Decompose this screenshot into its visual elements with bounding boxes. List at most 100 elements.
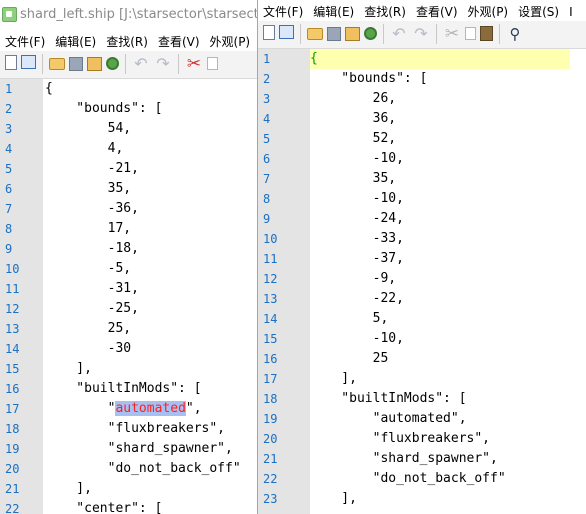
code-line: 14 -30 <box>0 339 257 359</box>
code-line: 3 54, <box>0 119 257 139</box>
code-line: 23 ], <box>258 489 586 509</box>
code-line: 9 -24, <box>258 209 586 229</box>
line-number: 2 <box>5 102 13 116</box>
line-number: 9 <box>263 212 271 226</box>
save-icon[interactable] <box>327 27 341 41</box>
open-folder-icon[interactable] <box>307 28 323 40</box>
right-editor-window: 文件(F) 编辑(E) 查找(R) 查看(V) 外观(P) 设置(S) I ↶ ↷ ✂ ⚲ 1{2… <box>257 0 586 514</box>
save-icon[interactable] <box>69 57 83 71</box>
save-all-icon[interactable] <box>87 57 102 71</box>
line-text: -5, <box>45 261 132 276</box>
line-text: ], <box>310 371 357 386</box>
line-text: "fluxbreakers", <box>310 431 491 446</box>
line-number: 9 <box>5 242 13 256</box>
code-line: 10 -5, <box>0 259 257 279</box>
line-text: 25 <box>310 351 389 366</box>
line-text: -9, <box>310 271 397 286</box>
line-text: 54, <box>45 121 132 136</box>
line-number: 23 <box>263 492 278 506</box>
line-text: ], <box>310 491 357 506</box>
cut-icon[interactable]: ✂ <box>185 55 203 73</box>
line-text: "builtInMods": [ <box>45 381 202 396</box>
line-text: -21, <box>45 161 139 176</box>
line-number: 13 <box>5 322 20 336</box>
code-line: 2 "bounds": [ <box>258 69 586 89</box>
paste-icon[interactable] <box>480 26 493 41</box>
app-icon <box>2 7 17 22</box>
code-line: 6 -10, <box>258 149 586 169</box>
menu-appearance[interactable]: 外观(P) <box>205 30 256 50</box>
copy-icon[interactable] <box>207 57 218 70</box>
code-line: 10 -33, <box>258 229 586 249</box>
code-line: 8 -10, <box>258 189 586 209</box>
line-text: "bounds": [ <box>45 101 163 116</box>
undo-icon[interactable]: ↶ <box>132 55 150 73</box>
code-line: 22 "do_not_back_off" <box>258 469 586 489</box>
undo-icon[interactable]: ↶ <box>390 25 408 43</box>
code-line: 5 52, <box>258 129 586 149</box>
menu-edit[interactable]: 编辑(E) <box>308 0 359 20</box>
line-number: 1 <box>5 82 13 96</box>
menu-find[interactable]: 查找(R) <box>359 0 411 20</box>
line-number: 5 <box>263 132 271 146</box>
code-line: 19 "shard_spawner", <box>0 439 257 459</box>
line-number: 16 <box>5 382 20 396</box>
menu-bar: 文件(F) 编辑(E) 查找(R) 查看(V) 外观(P) <box>0 30 257 50</box>
line-text: -24, <box>310 211 404 226</box>
code-editor[interactable]: 1{2 "bounds": [3 26, 4 36, 5 52, 6 -10, 7 35… <box>258 49 586 514</box>
code-line: 12 -9, <box>258 269 586 289</box>
line-text: "center": [ <box>45 501 163 514</box>
new-file-icon[interactable] <box>263 25 275 40</box>
code-line: 1{ <box>258 49 586 69</box>
cut-icon[interactable]: ✂ <box>443 25 461 43</box>
reload-icon[interactable] <box>106 57 119 70</box>
line-text: "fluxbreakers", <box>45 421 226 436</box>
menu-file[interactable]: 文件(F) <box>258 0 308 20</box>
open-folder-icon[interactable] <box>49 58 65 70</box>
reload-icon[interactable] <box>364 27 377 40</box>
menu-tools[interactable]: I <box>564 2 578 19</box>
code-line: 19 "automated", <box>258 409 586 429</box>
copy-icon[interactable] <box>465 27 476 40</box>
save-all-icon[interactable] <box>345 27 360 41</box>
code-line: 11 -31, <box>0 279 257 299</box>
line-text: "bounds": [ <box>310 71 428 86</box>
code-line: 4 4, <box>0 139 257 159</box>
new-file-icon[interactable] <box>5 55 17 70</box>
menu-appearance[interactable]: 外观(P) <box>463 0 514 20</box>
line-text: 26, <box>310 91 397 106</box>
line-number: 6 <box>5 182 13 196</box>
redo-icon[interactable]: ↷ <box>412 25 430 43</box>
code-line: 13 -22, <box>258 289 586 309</box>
selected-text: automated <box>115 401 186 416</box>
menu-find[interactable]: 查找(R) <box>101 30 153 50</box>
new-window-icon[interactable] <box>279 25 294 39</box>
code-line: 16 25 <box>258 349 586 369</box>
line-text: 17, <box>45 221 132 236</box>
line-number: 17 <box>263 372 278 386</box>
menu-settings[interactable]: 设置(S) <box>513 0 564 20</box>
find-icon[interactable]: ⚲ <box>506 25 524 43</box>
code-editor[interactable]: 1{2 "bounds": [3 54, 4 4, 5 -21, 6 35, 7 -36… <box>0 79 257 514</box>
menu-file[interactable]: 文件(F) <box>0 30 50 50</box>
line-number: 14 <box>263 312 278 326</box>
line-text-segment: " <box>45 401 116 416</box>
line-text: "do_not_back_off" <box>310 471 506 486</box>
line-number: 4 <box>5 142 13 156</box>
toolbar: ↶ ↷ ✂ ⚲ <box>258 21 586 49</box>
menu-view[interactable]: 查看(V) <box>411 0 463 20</box>
window-title: shard_left.ship [J:\starsector\starsecto… <box>20 7 257 22</box>
new-window-icon[interactable] <box>21 55 36 69</box>
menu-view[interactable]: 查看(V) <box>153 30 205 50</box>
line-number: 15 <box>5 362 20 376</box>
code-line: 1{ <box>0 79 257 99</box>
redo-icon[interactable]: ↷ <box>154 55 172 73</box>
line-text: 35, <box>45 181 132 196</box>
code-line: 16 "builtInMods": [ <box>0 379 257 399</box>
line-number: 19 <box>263 412 278 426</box>
line-number: 18 <box>263 392 278 406</box>
line-number: 22 <box>5 502 20 514</box>
menu-bar: 文件(F) 编辑(E) 查找(R) 查看(V) 外观(P) 设置(S) I <box>258 0 586 20</box>
line-text: 36, <box>310 111 397 126</box>
menu-edit[interactable]: 编辑(E) <box>50 30 101 50</box>
